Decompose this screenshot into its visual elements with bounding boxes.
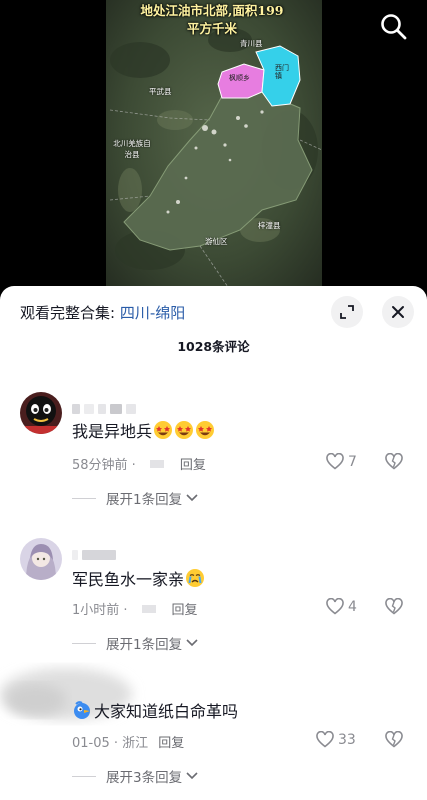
comment-time: 01-05 · 浙江 (72, 736, 149, 751)
broken-heart-icon (385, 730, 403, 748)
heart-icon (316, 731, 334, 748)
expand-replies-button[interactable]: 展开3条回复 (72, 766, 199, 786)
divider-line (72, 775, 96, 777)
comment-body: 军民鱼水一家亲 (72, 570, 185, 589)
star-struck-emoji (175, 421, 194, 439)
comment-meta: 01-05 · 浙江 回复 (72, 732, 184, 751)
chevron-down-icon (186, 772, 198, 780)
label-youxian: 游仙区 (205, 237, 228, 246)
collection-link[interactable]: 四川-绵阳 (120, 304, 185, 322)
label-fengshun: 枫顺乡 (229, 74, 250, 82)
comment-text: 我是异地兵 (72, 418, 215, 442)
map-title-line1: 地处江油市北部,面积199 (140, 3, 284, 18)
broken-heart-icon (385, 452, 403, 470)
chevron-down-icon (186, 639, 198, 647)
reply-button[interactable]: 回复 (172, 599, 198, 618)
broken-heart-icon (385, 597, 403, 615)
search-icon[interactable] (379, 12, 409, 42)
expand-replies-label: 展开1条回复 (106, 637, 183, 653)
avatar[interactable] (20, 538, 62, 580)
collection-banner[interactable]: 观看完整合集: 四川-绵阳 (20, 302, 185, 323)
comment-text: 军民鱼水一家亲 (72, 566, 205, 590)
map-image (0, 0, 427, 300)
comment-item: 大家知道纸白命革吗 01-05 · 浙江 回复 33 展开3条回复 (0, 690, 427, 800)
star-struck-emoji (196, 421, 215, 439)
heart-icon (326, 598, 344, 615)
comment-time: 1小时前 · (72, 603, 128, 618)
comment-item: 我是异地兵 58分钟前 · 回复 7 展开1条回复 (0, 392, 427, 522)
comment-sheet: 观看完整合集: 四川-绵阳 1028条评论 我是异地兵 58分钟前 · 回复 7… (0, 286, 427, 800)
close-button[interactable] (382, 296, 414, 328)
dislike-button[interactable] (385, 730, 403, 752)
expand-replies-label: 展开3条回复 (106, 770, 183, 786)
expand-replies-button[interactable]: 展开1条回复 (72, 488, 199, 508)
comment-time: 58分钟前 · (72, 458, 136, 473)
reply-button[interactable]: 回复 (180, 454, 206, 473)
video-player[interactable]: 地处江油市北部,面积199 平方千米 青川县 枫顺乡 西门镇 平武县 北川羌族自… (0, 0, 427, 300)
close-icon (392, 306, 404, 318)
blue-bird-emoji (74, 701, 90, 719)
expand-icon (340, 305, 354, 319)
comment-body: 大家知道纸白命革吗 (94, 702, 239, 721)
avatar[interactable] (20, 392, 62, 434)
divider-line (72, 497, 96, 499)
heart-icon (326, 453, 344, 470)
map-title-line2: 平方千米 (186, 21, 237, 36)
comment-meta: 1小时前 · 回复 (72, 599, 198, 618)
label-beichuan: 北川羌族自治县 (113, 139, 151, 159)
reply-button[interactable]: 回复 (158, 732, 184, 751)
username-blurred (72, 550, 116, 562)
like-count: 33 (338, 731, 356, 748)
label-qingchuan: 青川县 (240, 39, 263, 48)
comment-count: 1028条评论 (177, 339, 250, 354)
sheet-header: 观看完整合集: 四川-绵阳 (0, 286, 427, 334)
map-title: 地处江油市北部,面积199 平方千米 (112, 2, 312, 38)
expand-sheet-button[interactable] (331, 296, 363, 328)
label-xiyan: 西门镇 (275, 64, 289, 80)
comment-body: 我是异地兵 (72, 422, 153, 441)
divider-line (72, 642, 96, 644)
dislike-button[interactable] (385, 452, 403, 474)
crying-emoji (186, 569, 205, 587)
comment-text: 大家知道纸白命革吗 (72, 698, 238, 722)
collection-prefix: 观看完整合集: (20, 304, 120, 322)
chevron-down-icon (186, 494, 198, 502)
expand-replies-button[interactable]: 展开1条回复 (72, 633, 199, 653)
location-blurred (141, 604, 156, 613)
like-button[interactable]: 33 (316, 731, 356, 748)
like-button[interactable]: 4 (326, 598, 357, 615)
star-struck-emoji (154, 421, 173, 439)
comment-meta: 58分钟前 · 回复 (72, 454, 206, 473)
label-zitong: 梓潼县 (258, 221, 281, 230)
dislike-button[interactable] (385, 597, 403, 619)
comment-item: 军民鱼水一家亲 1小时前 · 回复 4 展开1条回复 (0, 538, 427, 658)
location-blurred (149, 459, 164, 468)
like-button[interactable]: 7 (326, 453, 357, 470)
expand-replies-label: 展开1条回复 (106, 492, 183, 508)
username-blurred (72, 404, 136, 416)
like-count: 7 (348, 453, 357, 470)
like-count: 4 (348, 598, 357, 615)
label-pingwu: 平武县 (149, 87, 172, 96)
